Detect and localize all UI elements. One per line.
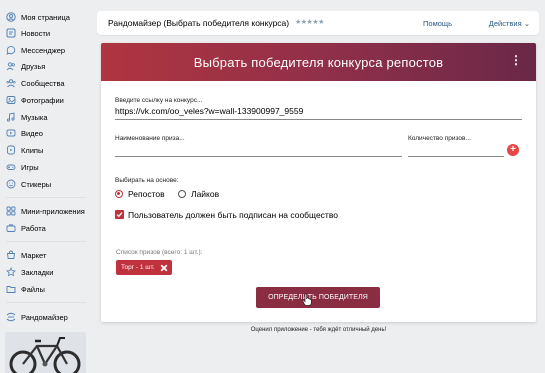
prize-field-label: Наименование приза...	[115, 135, 185, 142]
sidebar-divider	[6, 241, 86, 242]
games-icon	[6, 162, 16, 172]
sidebar-item-friends[interactable]: Друзья	[6, 59, 90, 73]
friends-icon	[6, 61, 16, 71]
more-vertical-icon[interactable]: ⋮	[510, 54, 522, 66]
stickers-icon	[6, 179, 16, 189]
link-input[interactable]: https://vk.com/oo_veles?w=wall-133900997…	[115, 106, 303, 116]
sidebar-item-market[interactable]: Маркет	[6, 248, 90, 262]
sidebar-item-video[interactable]: Видео	[6, 126, 90, 140]
sidebar-item-my-page[interactable]: Моя страница	[6, 10, 90, 24]
sidebar-item-news[interactable]: Новости	[6, 26, 90, 40]
close-icon[interactable]	[160, 264, 168, 272]
user-icon	[6, 12, 16, 22]
count-field-label: Количество призов...	[408, 135, 471, 142]
sidebar-item-music[interactable]: Музыка	[6, 110, 90, 124]
reposts-radio[interactable]	[115, 190, 123, 198]
sidebar-item-photos[interactable]: Фотографии	[6, 93, 90, 107]
randomizer-icon	[6, 312, 16, 322]
likes-radio-label[interactable]: Лайков	[191, 189, 219, 199]
sidebar-item-work[interactable]: Работа	[6, 221, 90, 235]
music-icon	[6, 112, 16, 122]
checkmark-icon	[116, 212, 123, 218]
hand-cursor-icon	[302, 293, 312, 306]
sidebar-item-files[interactable]: Файлы	[6, 282, 90, 296]
video-icon	[6, 128, 16, 138]
banner-title: Выбрать победителя конкурса репостов	[193, 55, 444, 70]
communities-icon	[6, 78, 16, 88]
bicycle-image	[5, 332, 86, 373]
sidebar-item-bookmarks[interactable]: Закладки	[6, 265, 90, 279]
sidebar-item-messenger[interactable]: Мессенджер	[6, 43, 90, 57]
link-input-underline	[115, 119, 522, 120]
sidebar-item-communities[interactable]: Сообщества	[6, 76, 90, 90]
help-link[interactable]: Помощь	[423, 19, 452, 28]
count-input[interactable]	[408, 156, 504, 157]
promo-banner-image[interactable]	[5, 332, 86, 373]
subscribe-label[interactable]: Пользователь должен быть подписан на соо…	[128, 210, 338, 220]
winner-form-card: Выбрать победителя конкурса репостов ⋮ В…	[101, 43, 536, 322]
sidebar-item-stickers[interactable]: Стикеры	[6, 177, 90, 191]
form-banner: Выбрать победителя конкурса репостов ⋮	[101, 43, 536, 81]
basis-label: Выбирать на основе:	[115, 177, 179, 184]
prize-input[interactable]	[115, 156, 402, 157]
sidebar-divider	[6, 197, 86, 198]
market-icon	[6, 250, 16, 260]
actions-dropdown[interactable]: Действия ⌄	[489, 19, 530, 28]
rating-stars[interactable]: ★★★★★	[295, 18, 324, 26]
news-icon	[6, 28, 16, 38]
bookmark-icon	[6, 267, 16, 277]
likes-radio[interactable]	[178, 190, 186, 198]
prize-list-label: Список призов (всего: 1 шт.):	[116, 249, 203, 256]
sidebar-item-clips[interactable]: Клипы	[6, 143, 90, 157]
reposts-radio-label[interactable]: Репостов	[128, 189, 165, 199]
app-title: Рандомайзер (Выбрать победителя конкурса…	[108, 18, 290, 28]
footer-note: Оценил приложение - тебя ждёт отличный д…	[250, 327, 387, 333]
clips-icon	[6, 145, 16, 155]
files-icon	[6, 284, 16, 294]
sidebar-item-games[interactable]: Игры	[6, 160, 90, 174]
apps-icon	[6, 206, 16, 216]
app-header: Рандомайзер (Выбрать победителя конкурса…	[97, 11, 539, 35]
prize-chip-label: Торг - 1 шт.	[121, 264, 155, 271]
prize-chip[interactable]: Торг - 1 шт.	[116, 260, 172, 275]
sidebar-item-mini-apps[interactable]: Мини-приложения	[6, 204, 90, 218]
message-icon	[6, 45, 16, 55]
sidebar-item-randomizer[interactable]: Рандомайзер	[6, 310, 90, 324]
work-icon	[6, 223, 16, 233]
add-prize-button[interactable]: +	[507, 144, 519, 156]
link-field-label: Введите ссылку на конкурс...	[115, 97, 203, 104]
determine-winner-button[interactable]: ОПРЕДЕЛИТЬ ПОБЕДИТЕЛЯ	[256, 287, 380, 308]
left-sidebar: Моя страница Новости Мессенджер Друзья С…	[0, 0, 92, 373]
subscribe-checkbox[interactable]	[115, 210, 124, 219]
sidebar-divider	[6, 302, 86, 303]
photo-icon	[6, 95, 16, 105]
